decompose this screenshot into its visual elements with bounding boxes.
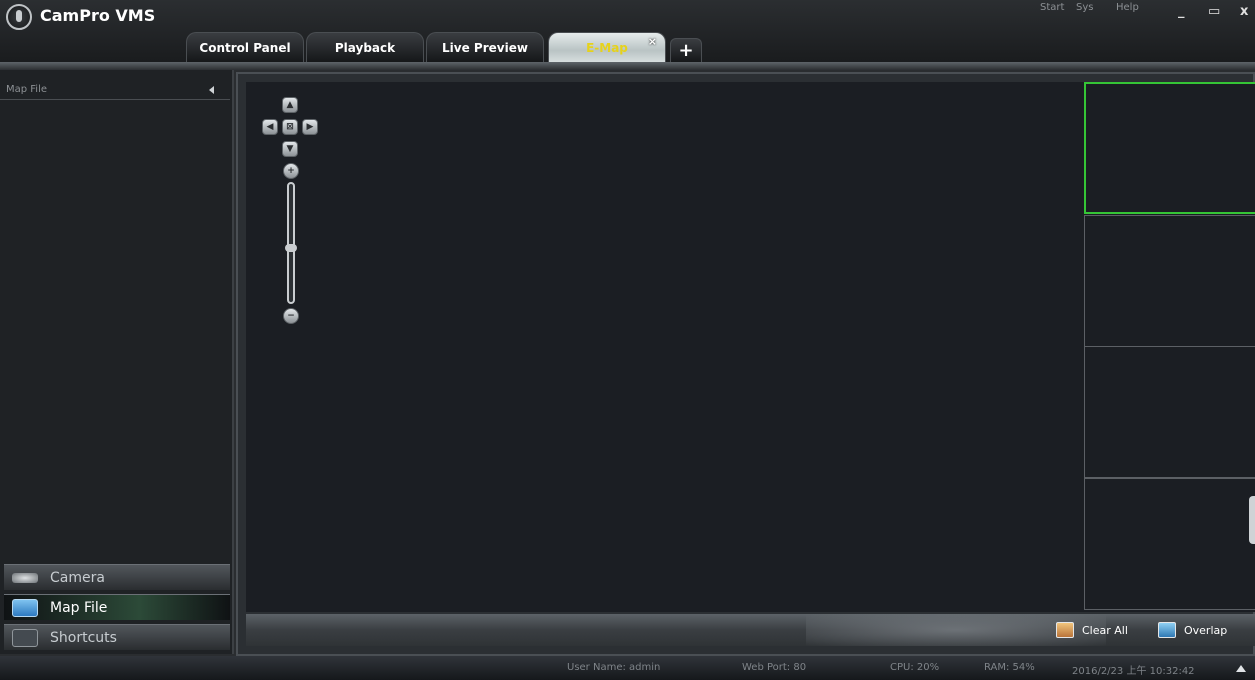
pan-down-icon[interactable]: ▼ [282, 141, 298, 157]
camera-icon [12, 572, 38, 583]
add-tab-button[interactable]: + [670, 38, 702, 62]
preview-pane[interactable] [1084, 82, 1255, 214]
overlap-button[interactable]: Overlap [1158, 622, 1227, 638]
tab-e-map[interactable]: E-Map × [548, 32, 666, 62]
app-logo-icon [6, 4, 32, 30]
left-panel: Map File Camera Map File Shortcuts [0, 70, 234, 654]
nav-label: Camera [50, 569, 105, 586]
clear-all-button[interactable]: Clear All [1056, 622, 1128, 638]
status-datetime: 2016/2/23 上午 10:32:42 [1072, 666, 1195, 677]
status-ram: RAM: 54% [984, 662, 1035, 673]
close-icon[interactable]: x [1240, 4, 1248, 19]
tab-strip-divider [0, 62, 1255, 70]
pan-up-icon[interactable]: ▲ [282, 97, 298, 113]
title-bar: CamPro VMS Control Panel Playback Live P… [0, 0, 1255, 62]
status-bar: User Name: admin Web Port: 80 CPU: 20% R… [0, 656, 1255, 680]
nav-camera[interactable]: Camera [4, 564, 230, 590]
side-expand-handle[interactable] [1249, 496, 1255, 544]
overlap-icon [1158, 622, 1176, 638]
overlap-label: Overlap [1184, 623, 1228, 637]
tab-close-icon[interactable]: × [648, 35, 657, 48]
bottom-toolbar: Clear All Overlap [246, 614, 1255, 646]
pan-left-icon[interactable]: ◀ [262, 119, 278, 135]
tab-label: Control Panel [199, 40, 291, 55]
menu-sys[interactable]: Sys [1076, 2, 1093, 13]
preview-pane[interactable] [1084, 215, 1255, 347]
tab-live-preview[interactable]: Live Preview [426, 32, 544, 62]
tab-playback[interactable]: Playback [306, 32, 424, 62]
minimize-icon[interactable]: _ [1178, 4, 1185, 19]
tab-label: E-Map [586, 40, 628, 55]
nav-shortcuts[interactable]: Shortcuts [4, 624, 230, 650]
status-cpu: CPU: 20% [890, 662, 940, 673]
map-canvas[interactable] [246, 82, 1084, 612]
status-web-port: Web Port: 80 [742, 662, 807, 673]
clear-all-icon [1056, 622, 1074, 638]
left-panel-header: Map File [0, 82, 230, 100]
zoom-slider-handle[interactable] [285, 244, 297, 252]
status-user: User Name: admin [567, 662, 661, 673]
tab-label: Playback [334, 40, 396, 55]
map-file-icon [12, 598, 38, 617]
tab-label: Live Preview [442, 40, 528, 55]
nav-label: Shortcuts [50, 629, 117, 646]
app-window: CamPro VMS Control Panel Playback Live P… [0, 0, 1255, 680]
shortcuts-icon [12, 628, 38, 647]
maximize-icon[interactable]: ▭ [1208, 4, 1220, 19]
zoom-in-icon[interactable]: + [283, 163, 299, 179]
tab-control-panel[interactable]: Control Panel [186, 32, 304, 62]
app-title: CamPro VMS [40, 6, 156, 25]
clear-all-label: Clear All [1082, 623, 1128, 637]
nav-label: Map File [50, 599, 108, 616]
left-panel-title: Map File [6, 84, 48, 95]
menu-help[interactable]: Help [1116, 2, 1139, 13]
zoom-slider[interactable] [285, 182, 297, 304]
menu-start[interactable]: Start [1040, 2, 1064, 13]
preview-pane[interactable] [1084, 346, 1255, 478]
preview-pane[interactable] [1084, 478, 1255, 610]
nav-map-file[interactable]: Map File [4, 594, 230, 620]
collapse-panel-icon[interactable] [209, 86, 214, 94]
pan-right-icon[interactable]: ▶ [302, 119, 318, 135]
reset-view-icon[interactable]: ⊠ [282, 119, 298, 135]
preview-panes [1084, 82, 1255, 612]
expand-up-icon[interactable] [1236, 665, 1246, 672]
zoom-out-icon[interactable]: − [283, 308, 299, 324]
